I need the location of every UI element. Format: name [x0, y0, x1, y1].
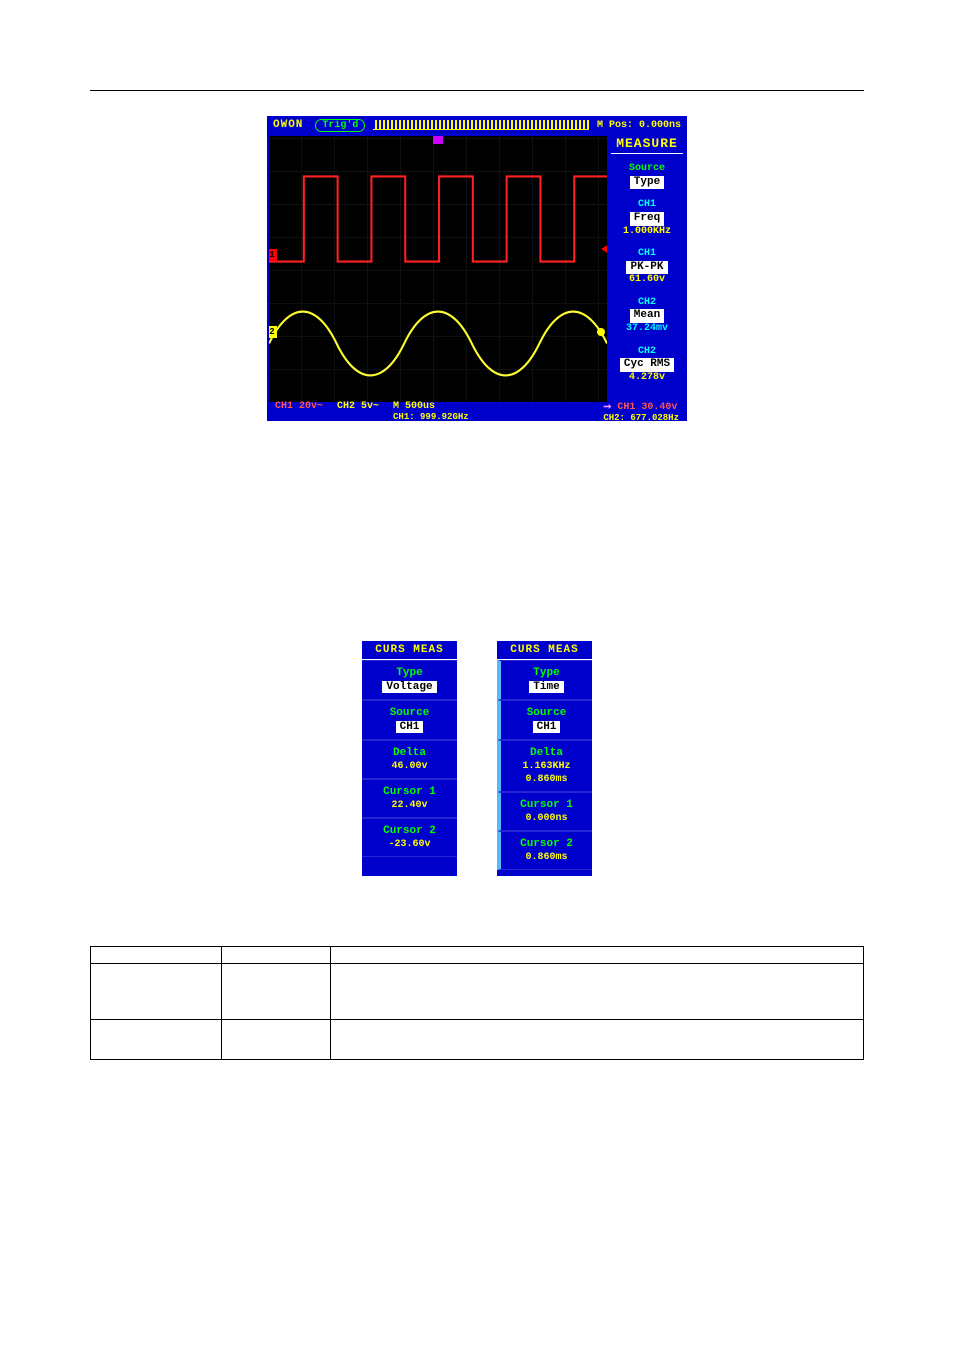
delta-value-1: 1.163KHz [503, 761, 590, 772]
type-value-button[interactable]: Time [529, 681, 563, 693]
ch2-ref-icon [597, 328, 605, 336]
measure-box-pkpk: CH1 PK-PK 61.60v [611, 245, 683, 290]
cycrms-button[interactable]: Cyc RMS [620, 358, 674, 372]
table-header-cell [222, 947, 330, 964]
ch1-marker-icon: 1 [269, 249, 277, 261]
scope-status-bar: CH1 20v~ CH2 5v~ M 500us CH1: 999.92GHz … [269, 401, 685, 419]
delta-label: Delta [364, 747, 455, 759]
grid-dots [269, 136, 607, 402]
curs-type-row: Type Voltage [362, 660, 457, 700]
source-value-button[interactable]: CH1 [396, 721, 424, 733]
source-value-button[interactable]: CH1 [533, 721, 561, 733]
mean-value: 37.24mv [626, 323, 668, 334]
cycrms-value: 4.278v [629, 372, 665, 383]
curs-header: CURS MEAS [362, 641, 457, 660]
pkpk-ch: CH1 [613, 248, 681, 261]
pkpk-button[interactable]: PK-PK [626, 261, 667, 275]
source-label: Source [503, 707, 590, 719]
mean-button[interactable]: Mean [630, 309, 664, 323]
trigger-position-icon [433, 136, 443, 144]
ch1-vdiv: CH1 20v~ [275, 401, 323, 412]
cursor-panel-time: CURS MEAS Type Time Source CH1 Delta 1.1… [497, 641, 592, 876]
cycrms-ch: CH2 [613, 346, 681, 359]
mean-ch: CH2 [613, 297, 681, 310]
table-cell [91, 964, 222, 1020]
delta-label: Delta [503, 747, 590, 759]
ch2-vdiv: CH2 5v~ [337, 401, 379, 412]
type-button[interactable]: Type [630, 176, 664, 190]
curs-header: CURS MEAS [497, 641, 592, 660]
cursor1-value: 0.000ns [503, 813, 590, 824]
oscilloscope-screenshot: OWON Trig'd M Pos: 0.000ns 1 2 [267, 116, 687, 421]
measure-sidebar: MEASURE Source Type CH1 Freq 1.000KHz CH… [607, 134, 687, 404]
scope-logo: OWON [273, 119, 303, 131]
delta-value-2: 0.860ms [503, 774, 590, 785]
measure-box-cycrms: CH2 Cyc RMS 4.278v [611, 343, 683, 388]
freq-button[interactable]: Freq [630, 212, 664, 226]
curs-source-row: Source CH1 [497, 700, 592, 740]
table-cell [222, 964, 330, 1020]
delta-value: 46.00v [364, 761, 455, 772]
ch1-freq: CH1: 999.92GHz [393, 412, 469, 422]
cursor1-label: Cursor 1 [364, 786, 455, 798]
table-cell [330, 1020, 863, 1060]
table-row [91, 1020, 864, 1060]
curs-source-row: Source CH1 [362, 700, 457, 740]
cursor1-value: 22.40v [364, 800, 455, 811]
pkpk-value: 61.60v [629, 274, 665, 285]
waveform-svg [269, 136, 607, 402]
type-label: Type [364, 667, 455, 679]
scope-grid: 1 2 [269, 136, 607, 402]
trigger-level-icon [601, 244, 607, 254]
cursor1-row: Cursor 1 22.40v [362, 779, 457, 818]
measure-box-source: Source Type [611, 160, 683, 192]
cursor2-value: 0.860ms [503, 852, 590, 863]
ch2-marker-icon: 2 [269, 326, 277, 338]
description-table [90, 946, 864, 1060]
measure-title: MEASURE [611, 136, 683, 154]
trigger-status: Trig'd [315, 119, 365, 132]
table-cell [330, 964, 863, 1020]
cursor1-label: Cursor 1 [503, 799, 590, 811]
curs-delta-row: Delta 1.163KHz 0.860ms [497, 740, 592, 792]
table-row [91, 964, 864, 1020]
cursor2-row: Cursor 2 0.860ms [497, 831, 592, 870]
cursor2-value: -23.60v [364, 839, 455, 850]
cursor-panel-voltage: CURS MEAS Type Voltage Source CH1 Delta … [362, 641, 457, 876]
cursor2-label: Cursor 2 [364, 825, 455, 837]
table-header-cell [91, 947, 222, 964]
table-row [91, 947, 864, 964]
freq-value: 1.000KHz [623, 226, 671, 237]
trigger-readout: CH1 30.40v [617, 402, 677, 413]
type-value-button[interactable]: Voltage [382, 681, 436, 693]
type-label: Type [503, 667, 590, 679]
cursor2-label: Cursor 2 [503, 838, 590, 850]
mini-waveform-icon [373, 120, 589, 130]
measure-box-freq: CH1 Freq 1.000KHz [611, 196, 683, 241]
measure-box-mean: CH2 Mean 37.24mv [611, 294, 683, 339]
ch2-freq: CH2: 677.028Hz [603, 413, 679, 423]
table-cell [91, 1020, 222, 1060]
source-label: Source [613, 163, 681, 176]
freq-ch: CH1 [613, 199, 681, 212]
table-cell [222, 1020, 330, 1060]
m-position: M Pos: 0.000ns [597, 120, 681, 131]
cursor1-row: Cursor 1 0.000ns [497, 792, 592, 831]
header-rule [90, 90, 864, 91]
source-label: Source [364, 707, 455, 719]
scope-top-bar: OWON Trig'd M Pos: 0.000ns [267, 116, 687, 134]
curs-delta-row: Delta 46.00v [362, 740, 457, 779]
cursor2-row: Cursor 2 -23.60v [362, 818, 457, 857]
curs-type-row: Type Time [497, 660, 592, 700]
timebase: M 500us [393, 401, 435, 412]
table-header-cell [330, 947, 863, 964]
